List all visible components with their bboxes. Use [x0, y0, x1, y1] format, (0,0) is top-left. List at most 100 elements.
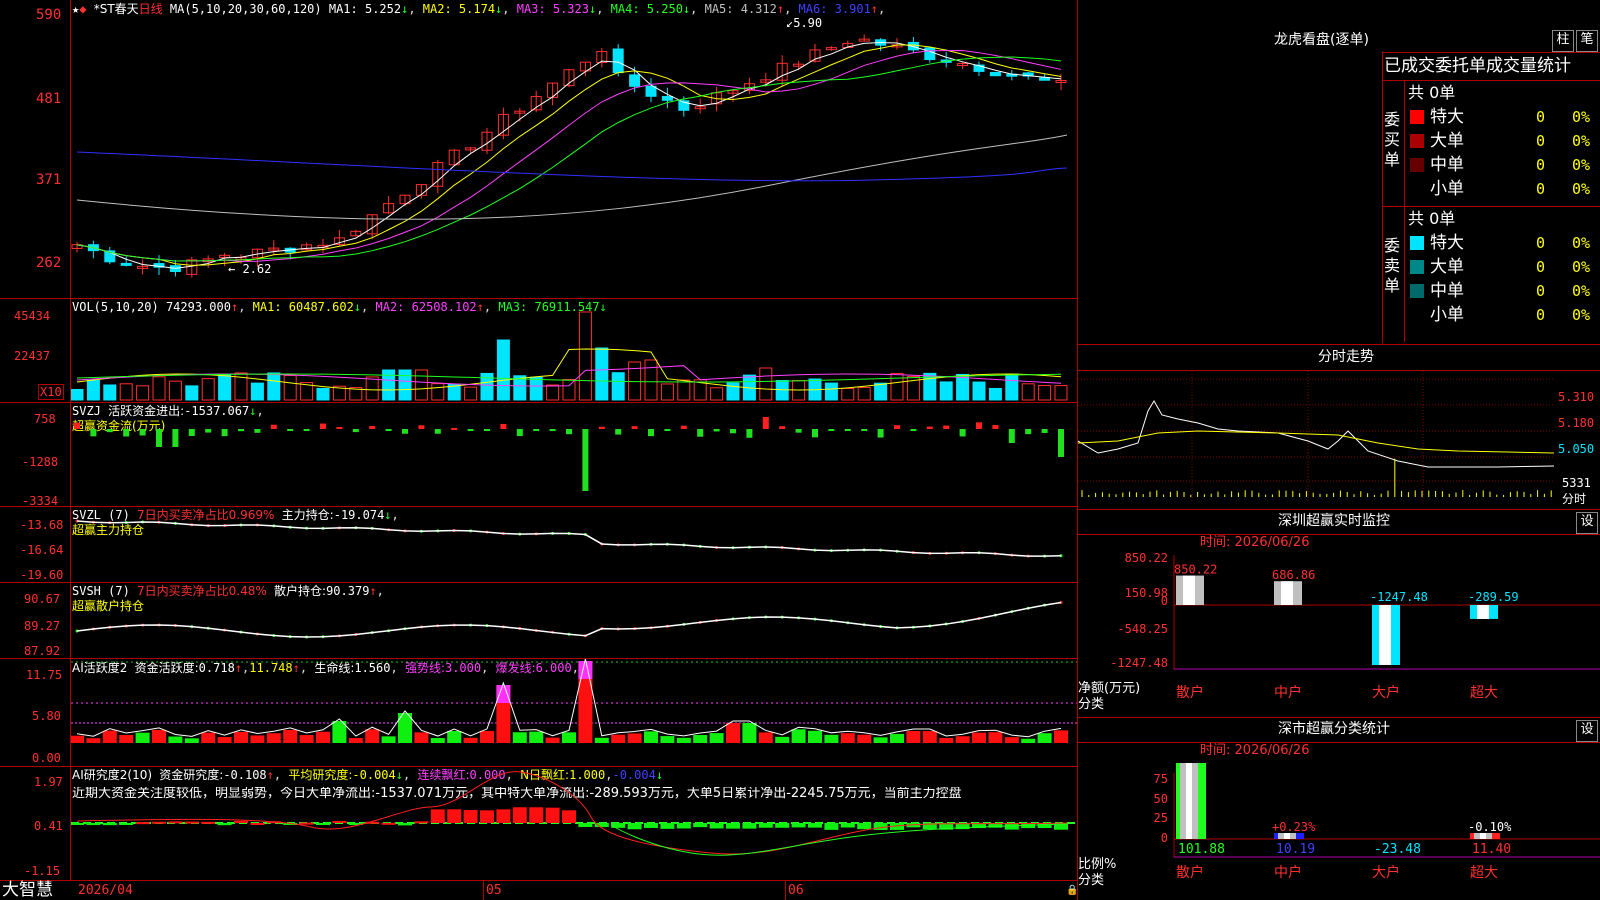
monitor-bar-label: -289.59	[1468, 590, 1519, 604]
volume-bar	[890, 372, 904, 401]
volume-chart[interactable]	[71, 299, 1077, 402]
monitor-axis-label: 净额(万元)	[1078, 681, 1141, 696]
classify-category: 中户	[1274, 864, 1302, 881]
volume-bar	[201, 378, 215, 401]
volume-bar	[644, 359, 658, 401]
kline-chart[interactable]	[71, 0, 1077, 298]
intraday-chart[interactable]	[1078, 371, 1600, 507]
activity-bar	[1021, 738, 1036, 743]
money-flow-bar	[779, 426, 786, 429]
lhb-title: 龙虎看盘(逐单)	[1274, 32, 1369, 48]
research-bar	[463, 809, 478, 823]
activity-bar	[135, 732, 150, 743]
main-ytick: 590	[36, 7, 62, 23]
order-count: 0	[1536, 156, 1546, 174]
money-flow-bar	[434, 429, 441, 434]
order-stats-header[interactable]: 已成交委托单成交量统计	[1384, 54, 1571, 78]
svzj-chart[interactable]	[71, 403, 1077, 506]
research-bar	[545, 807, 560, 823]
activity-bar	[627, 733, 642, 743]
research-bar	[808, 823, 822, 828]
ai-research-chart[interactable]	[71, 767, 1077, 880]
money-flow-bar	[1041, 429, 1048, 433]
volume-bar	[874, 382, 888, 401]
money-flow-bar	[500, 423, 507, 429]
x-tick	[785, 880, 786, 900]
monitor-category: 大户	[1372, 684, 1400, 701]
classify-value: 101.88	[1178, 842, 1225, 857]
order-type-label: 特大	[1430, 233, 1464, 253]
money-flow-bar	[959, 429, 966, 437]
money-flow-bar	[320, 423, 326, 429]
activity-peak	[578, 661, 593, 679]
money-flow-bar	[484, 429, 490, 431]
svzl-ytick: -16.64	[20, 543, 64, 557]
monitor-settings-button[interactable]: 设	[1576, 512, 1598, 534]
activity-bar	[463, 737, 478, 743]
volume-bar	[119, 383, 133, 401]
x-axis-date: 06	[788, 883, 804, 898]
monitor-chart[interactable]: 850.22150.980-548.25-1247.48850.22散户686.…	[1078, 535, 1600, 715]
research-bar	[873, 823, 888, 830]
money-flow-bar	[861, 429, 868, 431]
volume-bar	[464, 386, 478, 401]
left-chart-area[interactable]: ★◆ *ST春天日线 MA(5,10,20,30,60,120) MA1: 5.…	[0, 0, 1078, 900]
activity-bar	[873, 737, 888, 743]
money-flow-bar	[418, 425, 425, 429]
monitor-category: 散户	[1176, 684, 1204, 701]
order-percent: 0%	[1572, 132, 1591, 150]
x-axis-date: 2026/04	[78, 883, 133, 898]
money-flow-bar	[90, 429, 97, 437]
volume-bar	[283, 375, 297, 401]
classify-chart[interactable]: 75 50 25 0 101.88 散户 +0.23% 10.19 中户 -23.48 大户 -0.1…	[1078, 743, 1600, 900]
bar-mode-button[interactable]: 柱	[1552, 30, 1574, 52]
buy-total: 共 0单	[1408, 83, 1456, 102]
volume-bar	[939, 381, 953, 401]
volume-bar	[677, 379, 691, 401]
svzj-ytick: -1288	[22, 455, 59, 469]
research-bar	[71, 823, 84, 825]
volume-bar	[496, 339, 510, 401]
svsh-chart[interactable]	[71, 583, 1077, 658]
volume-bar	[710, 387, 724, 401]
classify-value: 10.19	[1276, 842, 1315, 857]
research-bar	[430, 809, 445, 823]
money-flow-bar	[221, 429, 228, 437]
activity-bar	[102, 730, 117, 743]
money-flow-bar	[598, 426, 605, 429]
volume-bar	[660, 383, 674, 401]
research-bar	[332, 820, 347, 823]
main-ytick: 481	[36, 91, 62, 107]
classify-category: 超大	[1470, 865, 1498, 881]
classify-ytick: 0	[1161, 831, 1168, 845]
volume-bar	[1021, 383, 1035, 401]
classify-settings-button[interactable]: 设	[1576, 720, 1598, 742]
svzl-chart[interactable]	[71, 507, 1077, 582]
tick-mode-button[interactable]: 笔	[1576, 30, 1598, 52]
vol-ytick: 22437	[14, 349, 51, 363]
money-flow-bar	[631, 426, 638, 429]
classify-axis-label: 比例%	[1078, 857, 1117, 872]
research-bar	[791, 823, 806, 828]
research-bar	[693, 823, 708, 828]
research-bar	[578, 823, 593, 828]
order-percent: 0%	[1572, 258, 1591, 276]
monitor-bar-label: -1247.48	[1370, 590, 1428, 604]
order-type-label: 小单	[1430, 305, 1464, 325]
legend-square	[1410, 134, 1424, 148]
money-flow-bar	[549, 429, 556, 432]
intraday-ytick: 5.310	[1558, 390, 1595, 404]
right-panel: 龙虎看盘(逐单) 柱 笔 已成交委托单成交量统计 委买单 共 0单 特大 0 0% 大…	[1078, 0, 1600, 900]
ai-active-chart[interactable]	[71, 659, 1077, 766]
svsh-ytick: 89.27	[24, 619, 61, 633]
activity-bar	[512, 732, 527, 743]
ai-active-ytick: 5.80	[32, 709, 61, 723]
activity-bar	[266, 733, 281, 743]
activity-line	[76, 659, 1062, 738]
money-flow-bar	[976, 422, 982, 429]
research-bar	[627, 823, 642, 830]
order-count: 0	[1536, 258, 1546, 276]
lock-icon[interactable]: 🔒	[1066, 884, 1078, 898]
money-flow-bar	[516, 429, 523, 437]
activity-bar	[644, 731, 658, 743]
